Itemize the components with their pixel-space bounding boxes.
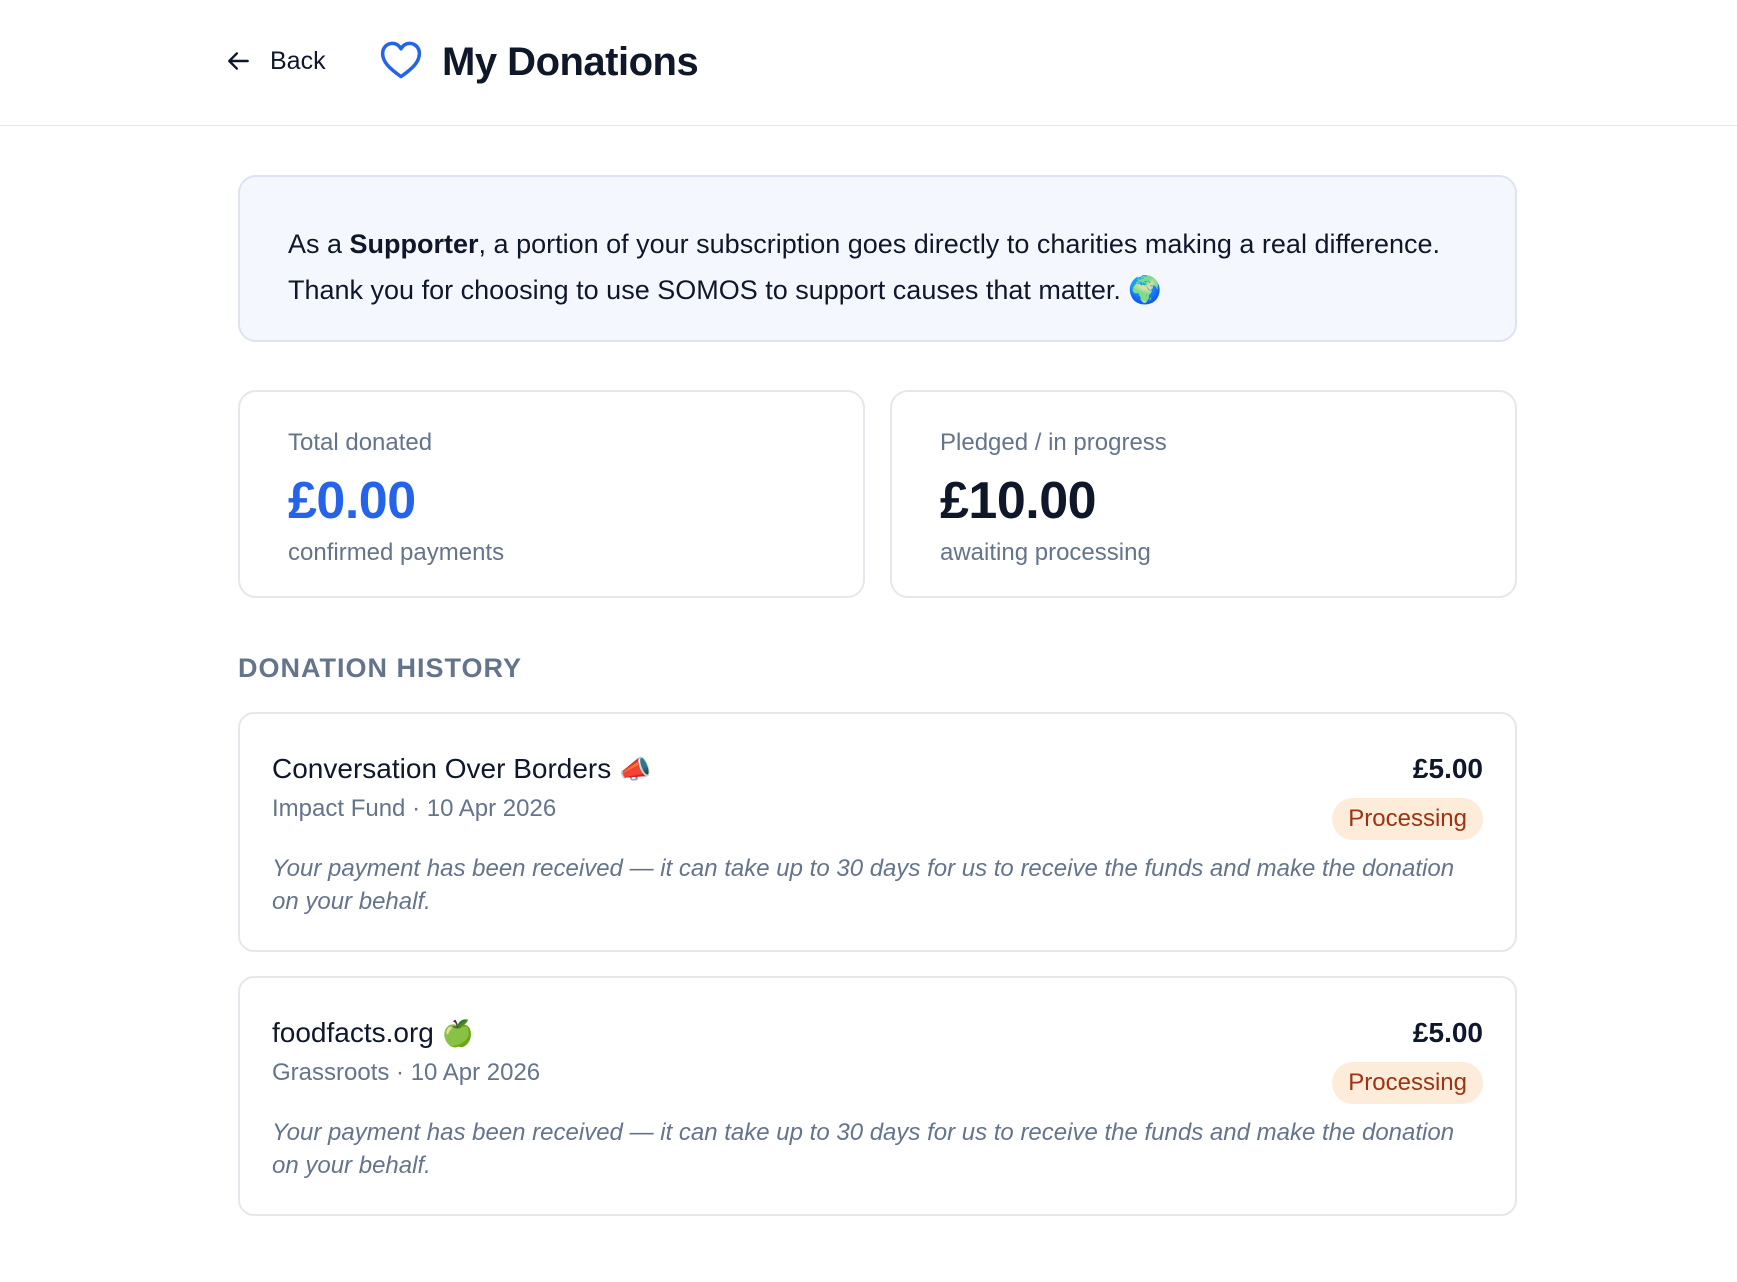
status-badge: Processing (1332, 798, 1483, 840)
heart-icon (380, 40, 422, 85)
pledged-card: Pledged / in progress £10.00 awaiting pr… (890, 390, 1517, 598)
green-apple-icon: 🍏 (441, 1018, 475, 1048)
donation-meta: Grassroots · 10 Apr 2026 (272, 1059, 541, 1086)
donation-history-list: Conversation Over Borders 📣 Impact Fund … (238, 712, 1517, 1216)
total-donated-card: Total donated £0.00 confirmed payments (238, 390, 865, 598)
total-donated-label: Total donated (288, 429, 433, 456)
donation-item: foodfacts.org 🍏 Grassroots · 10 Apr 2026… (238, 976, 1517, 1216)
pledged-sub: awaiting processing (940, 539, 1151, 566)
supporter-info-banner: As a Supporter, a portion of your subscr… (238, 175, 1517, 342)
total-donated-sub: confirmed payments (288, 539, 505, 566)
arrow-left-icon (226, 48, 252, 74)
donation-name-row: Conversation Over Borders 📣 (272, 750, 1483, 788)
back-button[interactable]: Back (226, 40, 326, 82)
donation-item: Conversation Over Borders 📣 Impact Fund … (238, 712, 1517, 952)
supporter-role: Supporter (349, 229, 479, 259)
back-label: Back (270, 46, 326, 75)
donation-meta: Impact Fund · 10 Apr 2026 (272, 795, 557, 822)
donation-name: foodfacts.org (272, 1017, 434, 1048)
top-bar: Back My Donations (0, 0, 1737, 126)
page-title: My Donations (442, 39, 699, 84)
total-donated-value: £0.00 (288, 472, 416, 530)
status-badge: Processing (1332, 1062, 1483, 1104)
intro-prefix: As a (288, 229, 350, 259)
main-content: As a Supporter, a portion of your subscr… (238, 175, 1517, 1240)
pledged-label: Pledged / in progress (940, 429, 1167, 456)
donation-amount: £5.00 (1412, 1017, 1483, 1048)
donation-note: Your payment has been received — it can … (272, 1119, 1455, 1179)
megaphone-icon: 📣 (619, 754, 652, 784)
donation-stats: Total donated £0.00 confirmed payments P… (238, 390, 1517, 598)
donation-name: Conversation Over Borders (272, 753, 612, 784)
donation-amount: £5.00 (1412, 753, 1483, 784)
pledged-value: £10.00 (940, 472, 1097, 530)
donation-note: Your payment has been received — it can … (272, 855, 1455, 915)
donation-history-heading: DONATION HISTORY (238, 653, 523, 683)
donation-name-row: foodfacts.org 🍏 (272, 1014, 1483, 1052)
page-heading: My Donations (380, 34, 699, 90)
